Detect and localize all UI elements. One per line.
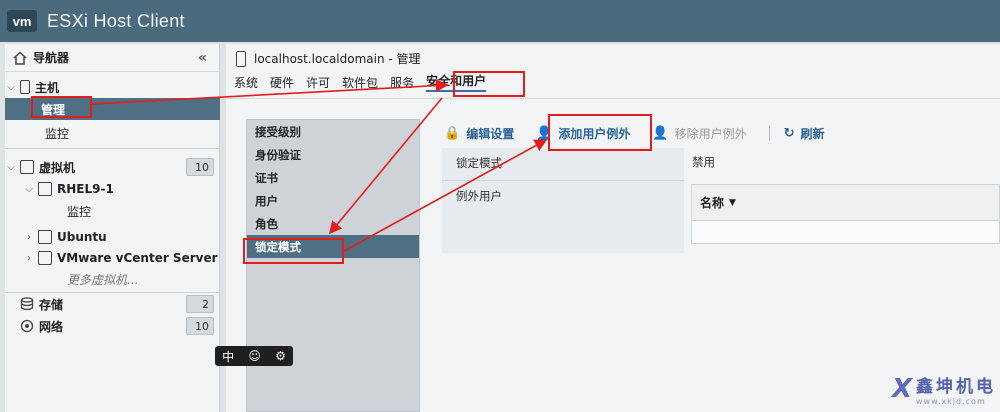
nav-item-more-vms[interactable]: 更多虚拟机... bbox=[5, 268, 220, 290]
ime-mode-toggle[interactable]: 中 bbox=[222, 348, 234, 365]
nav-item-manage[interactable]: 管理 bbox=[5, 98, 220, 120]
security-subnav: 接受级别 身份验证 证书 用户 角色 锁定模式 bbox=[246, 119, 420, 412]
chevron-down-icon[interactable]: ⌵ bbox=[5, 82, 17, 93]
add-user-icon: 👤 bbox=[536, 125, 553, 141]
nav-item-monitor-label: 监控 bbox=[45, 126, 70, 141]
host-icon bbox=[20, 80, 30, 94]
chevron-right-icon[interactable]: › bbox=[23, 232, 35, 243]
tab-security-users[interactable]: 安全和用户 bbox=[426, 72, 487, 92]
nav-item-vm-rhel-monitor-label: 监控 bbox=[67, 204, 92, 219]
watermark-url: www.xkjd.com bbox=[916, 397, 986, 406]
nav-item-manage-label: 管理 bbox=[41, 102, 66, 117]
refresh-button[interactable]: ↻ 刷新 bbox=[784, 125, 825, 142]
remove-user-exception-button[interactable]: 👤 移除用户例外 bbox=[652, 125, 746, 142]
ime-toolbar: 中 ☺ ⚙ bbox=[215, 346, 293, 366]
nav-item-network-label: 网络 bbox=[39, 319, 64, 334]
subnav-roles[interactable]: 角色 bbox=[247, 212, 419, 235]
nav-item-host-label: 主机 bbox=[35, 80, 60, 95]
nav-item-vm-rhel-label: RHEL9-1 bbox=[57, 182, 114, 196]
navigator-header[interactable]: 导航器 « bbox=[5, 44, 219, 72]
page-title-text: localhost.localdomain - 管理 bbox=[254, 52, 421, 66]
collapse-icon[interactable]: « bbox=[198, 50, 207, 66]
nav-separator bbox=[5, 148, 220, 149]
nav-item-host[interactable]: ⌵ 主机 bbox=[5, 76, 220, 98]
network-count-badge: 10 bbox=[186, 317, 214, 335]
subnav-lockdown-mode[interactable]: 锁定模式 bbox=[247, 235, 419, 258]
lockdown-mode-value: 禁用 bbox=[692, 155, 715, 169]
refresh-icon: ↻ bbox=[783, 125, 795, 141]
vm-icon bbox=[38, 251, 52, 265]
lockdown-mode-label: 锁定模式 bbox=[456, 156, 502, 170]
home-icon bbox=[13, 50, 27, 65]
navigator-title: 导航器 bbox=[33, 51, 70, 65]
nav-item-vm-vcenter-label: VMware vCenter Server bbox=[57, 251, 218, 265]
nav-item-network[interactable]: 网络 10 bbox=[5, 315, 220, 337]
title-bar: vm ESXi Host Client bbox=[0, 0, 1000, 42]
storage-icon bbox=[20, 297, 34, 311]
chevron-down-icon[interactable]: ⌵ bbox=[5, 162, 17, 173]
emoji-icon[interactable]: ☺ bbox=[248, 349, 261, 363]
main-panel: localhost.localdomain - 管理 系统 硬件 许可 软件包 … bbox=[226, 44, 1000, 412]
storage-count-badge: 2 bbox=[186, 295, 214, 313]
vm-icon bbox=[38, 182, 52, 196]
watermark-logo: X bbox=[891, 374, 912, 404]
vm-group-icon bbox=[20, 160, 34, 174]
watermark-name: 鑫坤机电 bbox=[916, 377, 996, 397]
nav-item-vm-ubuntu-label: Ubuntu bbox=[57, 230, 107, 244]
network-icon bbox=[20, 319, 34, 333]
tab-system[interactable]: 系统 bbox=[234, 74, 258, 91]
tab-licensing[interactable]: 许可 bbox=[306, 74, 330, 91]
host-icon bbox=[236, 50, 246, 67]
nav-item-storage-label: 存储 bbox=[39, 297, 64, 312]
toolbar-separator bbox=[768, 125, 770, 141]
remove-user-icon: 👤 bbox=[652, 125, 669, 141]
remove-user-exception-label: 移除用户例外 bbox=[674, 126, 747, 141]
nav-item-vm-rhel[interactable]: ⌵ RHEL9-1 bbox=[5, 178, 220, 200]
nav-item-monitor[interactable]: 监控 bbox=[5, 122, 220, 144]
tab-services[interactable]: 服务 bbox=[390, 74, 414, 91]
navigator-panel: 导航器 « ⌵ 主机 管理 监控 ⌵ 虚拟机 10 ⌵ RHEL9-1 监控 ›… bbox=[5, 44, 220, 412]
subnav-certificates[interactable]: 证书 bbox=[247, 166, 419, 189]
vm-icon bbox=[38, 230, 52, 244]
add-user-exception-button[interactable]: 👤 添加用户例外 bbox=[536, 125, 630, 142]
nav-item-vm-vcenter[interactable]: › VMware vCenter Server bbox=[5, 247, 220, 269]
app-title: ESXi Host Client bbox=[47, 10, 185, 31]
vmware-logo: vm bbox=[7, 10, 37, 32]
add-user-exception-label: 添加用户例外 bbox=[558, 126, 631, 141]
tab-packages[interactable]: 软件包 bbox=[342, 74, 378, 91]
nav-item-storage[interactable]: 存储 2 bbox=[5, 293, 220, 315]
refresh-label: 刷新 bbox=[800, 126, 825, 141]
subnav-users[interactable]: 用户 bbox=[247, 189, 419, 212]
nav-item-vm-ubuntu[interactable]: › Ubuntu bbox=[5, 226, 220, 248]
exception-users-label: 例外用户 bbox=[456, 189, 502, 203]
sort-desc-icon[interactable]: ▼ bbox=[729, 198, 736, 208]
edit-settings-button[interactable]: 🔒 编辑设置 bbox=[444, 125, 514, 142]
watermark: X 鑫坤机电 www.xkjd.com bbox=[892, 372, 996, 406]
subnav-acceptance-level[interactable]: 接受级别 bbox=[247, 120, 419, 143]
lock-edit-icon: 🔒 bbox=[444, 125, 461, 141]
nav-item-more-vms-label: 更多虚拟机... bbox=[67, 272, 139, 287]
tab-hardware[interactable]: 硬件 bbox=[270, 74, 294, 91]
vm-count-badge: 10 bbox=[186, 158, 214, 176]
toolbar: 🔒 编辑设置 👤 添加用户例外 👤 移除用户例外 ↻ 刷新 bbox=[444, 122, 847, 144]
subnav-authentication[interactable]: 身份验证 bbox=[247, 143, 419, 166]
nav-item-vms-label: 虚拟机 bbox=[39, 160, 76, 175]
column-header-name[interactable]: 名称 ▼ bbox=[692, 185, 999, 221]
edit-settings-label: 编辑设置 bbox=[466, 126, 515, 141]
chevron-right-icon[interactable]: › bbox=[23, 253, 35, 264]
gear-icon[interactable]: ⚙ bbox=[275, 349, 286, 363]
exception-users-grid: 名称 ▼ bbox=[691, 184, 1000, 244]
chevron-down-icon[interactable]: ⌵ bbox=[23, 184, 35, 195]
lockdown-properties: 锁定模式 例外用户 bbox=[442, 148, 684, 253]
page-title: localhost.localdomain - 管理 bbox=[236, 50, 421, 67]
menu-divider bbox=[226, 98, 1000, 99]
main-menu: 系统 硬件 许可 软件包 服务 安全和用户 bbox=[234, 72, 498, 92]
nav-item-vm-rhel-monitor[interactable]: 监控 bbox=[5, 200, 220, 222]
column-name-label: 名称 bbox=[700, 196, 725, 210]
nav-item-vms[interactable]: ⌵ 虚拟机 10 bbox=[5, 156, 220, 178]
